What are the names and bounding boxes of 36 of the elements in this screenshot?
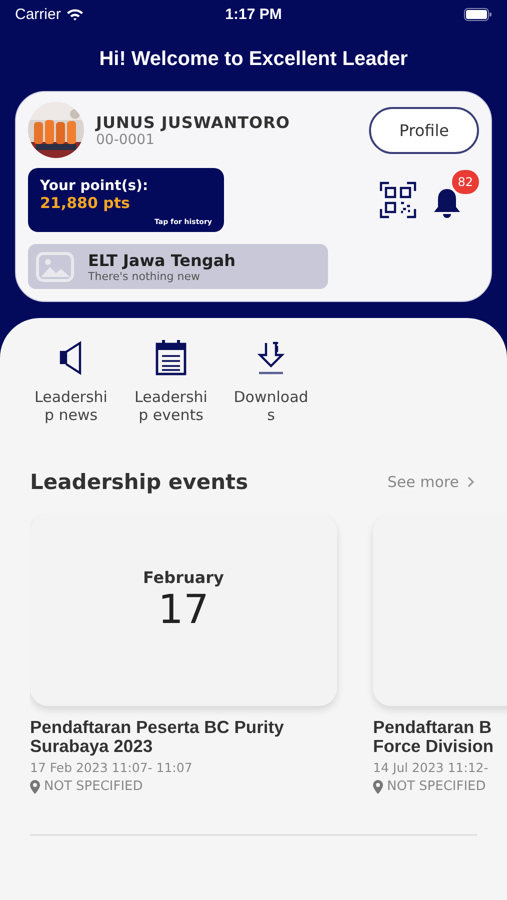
qr-code-icon[interactable]: [379, 181, 417, 219]
megaphone-icon: [59, 340, 83, 376]
event-title[interactable]: Pendaftaran B Force Division: [373, 718, 507, 756]
shortcut-item[interactable]: Leadership news: [30, 340, 112, 424]
location-pin-icon: [30, 780, 40, 794]
chevron-right-icon: [467, 476, 475, 488]
image-placeholder-icon: [36, 252, 74, 282]
group-title: ELT Jawa Tengah: [88, 251, 236, 270]
points-value: 21,880 pts: [40, 194, 131, 212]
event-date-card[interactable]: February 17: [30, 514, 337, 706]
event-day: 17: [158, 586, 209, 632]
event-time: 17 Feb 2023 11:07- 11:07: [30, 760, 194, 775]
section-title: Leadership events: [30, 470, 248, 494]
welcome-title: Hi! Welcome to Excellent Leader: [98, 48, 409, 71]
status-time: 1:17 PM: [225, 6, 282, 22]
member-id: 00-0001: [96, 132, 156, 148]
shortcut-item[interactable]: Downloads: [230, 340, 312, 424]
notification-badge: 82: [452, 170, 479, 194]
download-icon: [256, 340, 286, 376]
calendar-icon: [155, 340, 187, 376]
event-time: 14 Jul 2023 11:12-: [373, 760, 490, 775]
event-location: NOT SPECIFIED: [387, 779, 486, 794]
carrier-label: Carrier: [15, 6, 61, 22]
wifi-icon: [66, 8, 84, 20]
member-name: JUNUS JUSWANTORO: [96, 112, 292, 132]
group-status: There's nothing new: [88, 270, 201, 283]
event-location: NOT SPECIFIED: [44, 779, 143, 794]
shortcut-item[interactable]: Leadership events: [130, 340, 212, 424]
bell-icon[interactable]: [431, 186, 463, 220]
battery-icon: [464, 8, 492, 20]
event-title[interactable]: Pendaftaran Peserta BC Purity Surabaya 2023: [30, 718, 337, 756]
event-month: February: [143, 568, 224, 586]
points-label: Your point(s):: [40, 178, 150, 194]
group-banner[interactable]: ELT Jawa Tengah There's nothing new: [28, 244, 328, 289]
profile-button[interactable]: Profile: [369, 106, 479, 154]
location-pin-icon: [373, 780, 383, 794]
